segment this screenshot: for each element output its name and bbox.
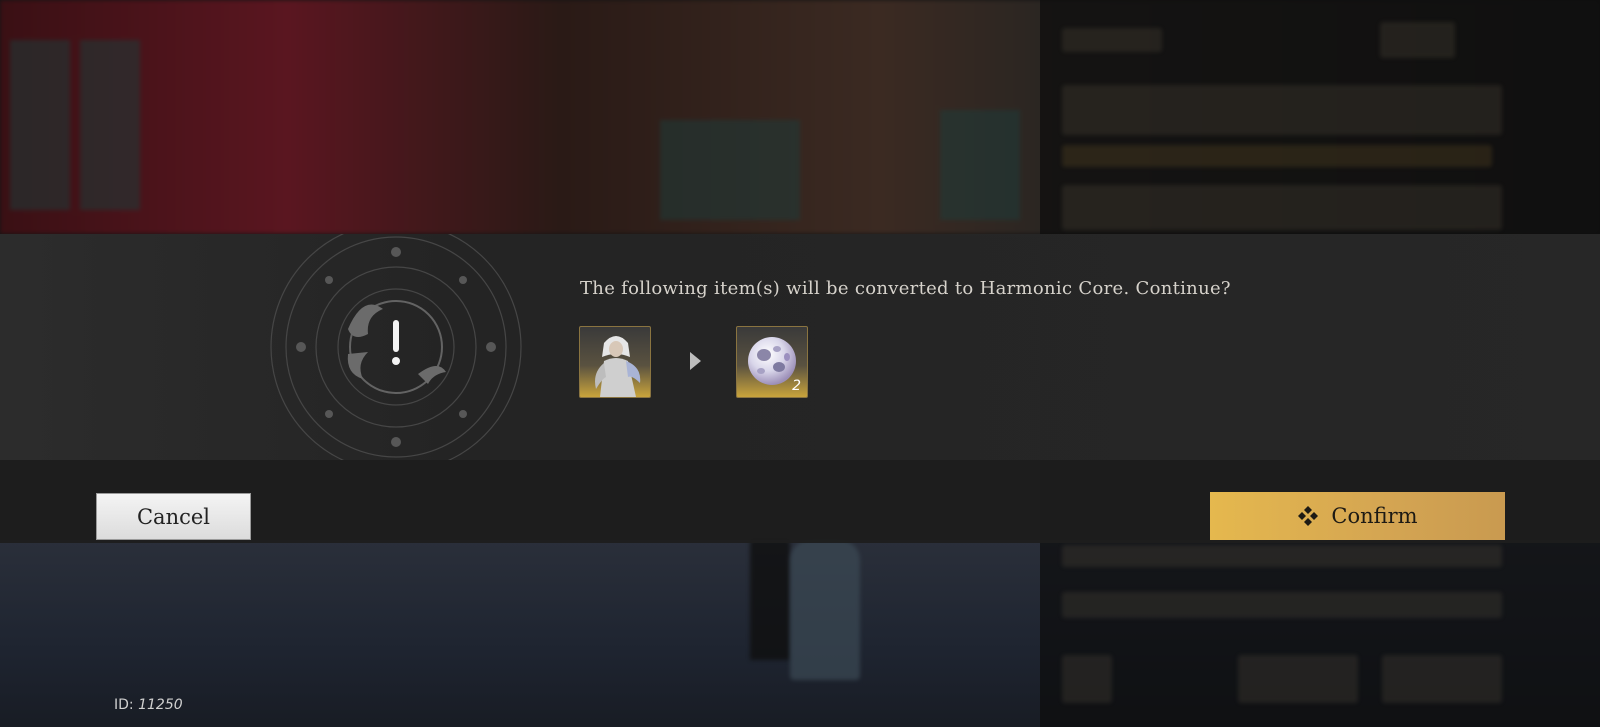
diamond-cluster-icon	[1297, 505, 1319, 527]
exclamation-emblem-icon	[268, 234, 524, 460]
result-item-slot[interactable]: 2	[736, 326, 808, 398]
cancel-button[interactable]: Cancel	[96, 493, 251, 540]
player-id-label: ID: 11250	[114, 697, 183, 713]
conversion-arrow-icon	[690, 352, 701, 370]
confirm-button[interactable]: Confirm	[1210, 492, 1505, 540]
background-figure-shadow	[750, 540, 790, 660]
cancel-button-label: Cancel	[136, 504, 211, 529]
outfit-character-icon	[595, 336, 641, 397]
result-item-quantity: 2	[792, 378, 801, 394]
confirm-button-label: Confirm	[1331, 504, 1418, 528]
dialog-message: The following item(s) will be converted …	[580, 278, 1231, 299]
player-id-value: 11250	[138, 697, 183, 713]
background-character	[790, 540, 860, 680]
source-item-slot[interactable]	[579, 326, 651, 398]
player-id-prefix: ID:	[114, 697, 134, 713]
